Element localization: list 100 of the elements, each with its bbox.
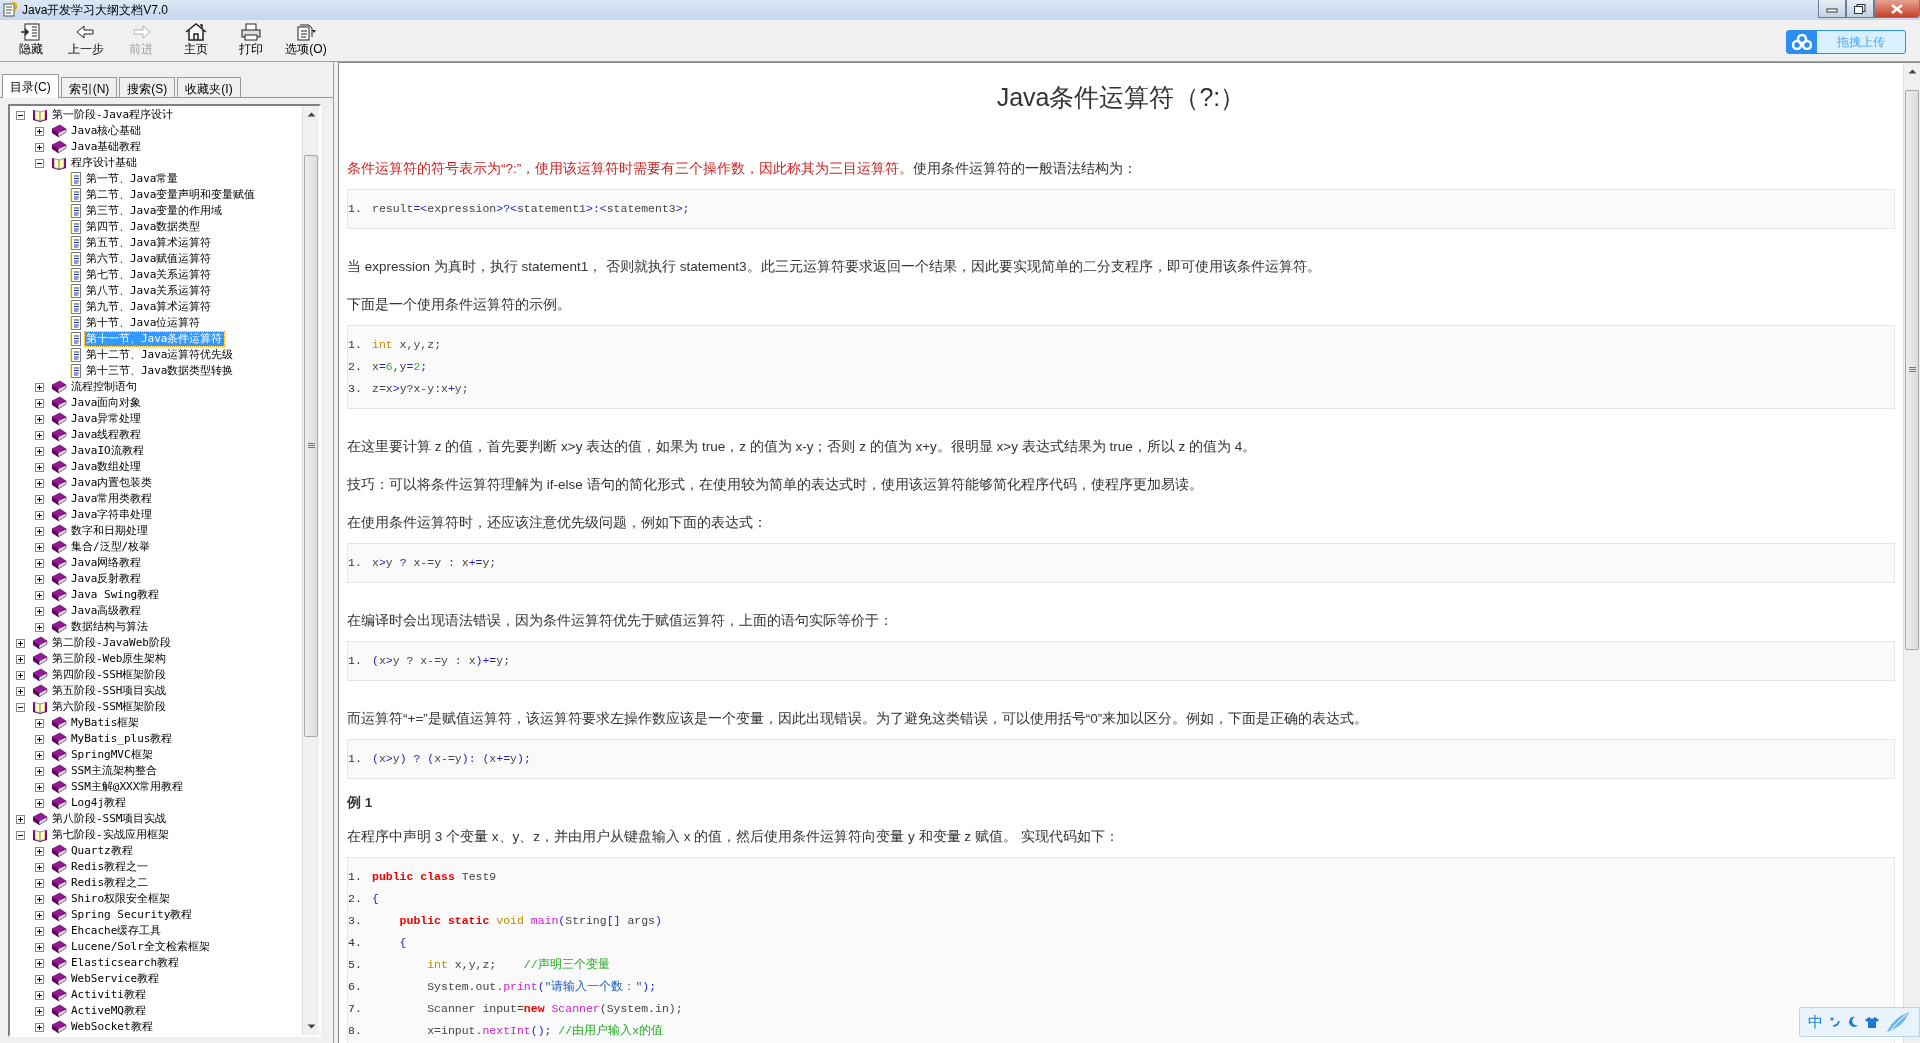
- tree-item[interactable]: Java常用类教程: [70, 492, 154, 506]
- tree-item[interactable]: Shiro权限安全框架: [70, 892, 172, 906]
- tree-item[interactable]: 第五节、Java算术运算符: [85, 236, 213, 250]
- expand-toggle[interactable]: [35, 590, 44, 600]
- scrollbar-thumb[interactable]: [1905, 90, 1919, 650]
- tree-item[interactable]: 程序设计基础: [70, 156, 138, 170]
- tab[interactable]: 目录(C): [2, 74, 59, 98]
- scroll-up-icon[interactable]: [1907, 69, 1917, 74]
- tree-item[interactable]: 第四节、Java数据类型: [85, 220, 202, 234]
- expand-toggle[interactable]: [35, 142, 44, 152]
- tab[interactable]: 搜索(S): [119, 77, 176, 97]
- tree-item[interactable]: Activiti教程: [70, 988, 147, 1002]
- tree-item[interactable]: 第九节、Java算术运算符: [85, 300, 213, 314]
- expand-toggle[interactable]: [35, 926, 44, 936]
- tree-item[interactable]: 数字和日期处理: [70, 524, 149, 538]
- expand-toggle[interactable]: [35, 974, 44, 984]
- tree-item[interactable]: WebSocket教程: [70, 1020, 154, 1034]
- expand-toggle[interactable]: [35, 894, 44, 904]
- expand-toggle[interactable]: [35, 878, 44, 888]
- tree-item[interactable]: 第七阶段-实战应用框架: [51, 828, 170, 842]
- expand-toggle[interactable]: [35, 574, 44, 584]
- expand-toggle[interactable]: [35, 462, 44, 472]
- scroll-down-icon[interactable]: [306, 1024, 316, 1029]
- tree-item[interactable]: Java字符串处理: [70, 508, 154, 522]
- tree-item[interactable]: Log4j教程: [70, 796, 128, 810]
- tree-item[interactable]: 第六阶段-SSM框架阶段: [51, 700, 168, 714]
- expand-toggle[interactable]: [35, 622, 44, 632]
- tree-item[interactable]: 第五阶段-SSH项目实战: [51, 684, 168, 698]
- expand-toggle[interactable]: [35, 990, 44, 1000]
- tree-item[interactable]: 数据结构与算法: [70, 620, 149, 634]
- tree-item[interactable]: 集合/泛型/枚举: [70, 540, 152, 554]
- tree-item[interactable]: 第一节、Java常量: [85, 172, 180, 186]
- tree-item[interactable]: 第十节、Java位运算符: [85, 316, 202, 330]
- expand-toggle[interactable]: [35, 478, 44, 488]
- tree-item[interactable]: Java内置包装类: [70, 476, 154, 490]
- tree-item[interactable]: Lucene/Solr全文检索框架: [70, 940, 211, 954]
- expand-toggle[interactable]: [35, 606, 44, 616]
- tree-item[interactable]: Quartz教程: [70, 844, 134, 858]
- tree-item[interactable]: 第二节、Java变量声明和变量赋值: [85, 188, 257, 202]
- expand-toggle[interactable]: [35, 158, 44, 168]
- tree-item[interactable]: 第二阶段-JavaWeb阶段: [51, 636, 172, 650]
- expand-toggle[interactable]: [35, 542, 44, 552]
- expand-toggle[interactable]: [35, 798, 44, 808]
- tree-item[interactable]: Redis教程之二: [70, 876, 150, 890]
- expand-toggle[interactable]: [35, 494, 44, 504]
- expand-toggle[interactable]: [35, 398, 44, 408]
- tree-item[interactable]: MyBatis框架: [70, 716, 141, 730]
- tree-item[interactable]: Java反射教程: [70, 572, 143, 586]
- minimize-button[interactable]: [1818, 0, 1846, 18]
- toolbar-button[interactable]: 主页: [173, 22, 219, 56]
- tree-item[interactable]: 第七节、Java关系运算符: [85, 268, 213, 282]
- tree-item[interactable]: Redis教程之一: [70, 860, 150, 874]
- expand-toggle[interactable]: [35, 862, 44, 872]
- expand-toggle[interactable]: [16, 702, 25, 712]
- expand-toggle[interactable]: [35, 558, 44, 568]
- expand-toggle[interactable]: [35, 750, 44, 760]
- tree-item[interactable]: Java线程教程: [70, 428, 143, 442]
- expand-toggle[interactable]: [35, 510, 44, 520]
- expand-toggle[interactable]: [35, 782, 44, 792]
- tree-item[interactable]: Java Swing教程: [70, 588, 161, 602]
- scroll-up-icon[interactable]: [306, 112, 316, 117]
- expand-toggle[interactable]: [35, 942, 44, 952]
- tree-item[interactable]: 第十三节、Java数据类型转换: [85, 364, 235, 378]
- tree-item[interactable]: 第六节、Java赋值运算符: [85, 252, 213, 266]
- tree-item[interactable]: Java数组处理: [70, 460, 143, 474]
- tree-item[interactable]: 第三节、Java变量的作用域: [85, 204, 224, 218]
- expand-toggle[interactable]: [16, 814, 25, 824]
- tree-item[interactable]: Java面向对象: [70, 396, 143, 410]
- tree-item[interactable]: 第四阶段-SSH框架阶段: [51, 668, 168, 682]
- expand-toggle[interactable]: [16, 654, 25, 664]
- moon-icon[interactable]: [1847, 1016, 1859, 1028]
- expand-toggle[interactable]: [35, 446, 44, 456]
- tree-item[interactable]: MyBatis_plus教程: [70, 732, 174, 746]
- expand-toggle[interactable]: [35, 430, 44, 440]
- expand-toggle[interactable]: [35, 1022, 44, 1032]
- tree-item[interactable]: Java核心基础: [70, 124, 143, 138]
- toolbar-button[interactable]: 隐藏: [8, 22, 54, 56]
- tab[interactable]: 索引(N): [60, 77, 118, 97]
- tree-item[interactable]: Java网络教程: [70, 556, 143, 570]
- tree-item[interactable]: JavaIO流教程: [70, 444, 145, 458]
- tree-item[interactable]: 第八节、Java关系运算符: [85, 284, 213, 298]
- expand-toggle[interactable]: [35, 846, 44, 856]
- tree-item[interactable]: SpringMVC框架: [70, 748, 154, 762]
- expand-toggle[interactable]: [16, 110, 25, 120]
- expand-toggle[interactable]: [16, 830, 25, 840]
- tab[interactable]: 收藏夹(I): [177, 77, 241, 97]
- toolbar-button[interactable]: 选项(O): [283, 22, 329, 56]
- punctuation-icon[interactable]: [1829, 1016, 1841, 1028]
- tree-item[interactable]: SSM主流架构整合: [70, 764, 158, 778]
- tree-item[interactable]: Java异常处理: [70, 412, 143, 426]
- expand-toggle[interactable]: [35, 718, 44, 728]
- tree-item[interactable]: 流程控制语句: [70, 380, 138, 394]
- tree-item[interactable]: Ehcache缓存工具: [70, 924, 163, 938]
- tree-item[interactable]: Java高级教程: [70, 604, 143, 618]
- expand-toggle[interactable]: [35, 1006, 44, 1016]
- expand-toggle[interactable]: [35, 126, 44, 136]
- tree-item[interactable]: 第三阶段-Web原生架构: [51, 652, 168, 666]
- ime-mode[interactable]: 中: [1808, 1010, 1823, 1034]
- expand-toggle[interactable]: [16, 670, 25, 680]
- toolbar-button[interactable]: 上一步: [63, 22, 109, 56]
